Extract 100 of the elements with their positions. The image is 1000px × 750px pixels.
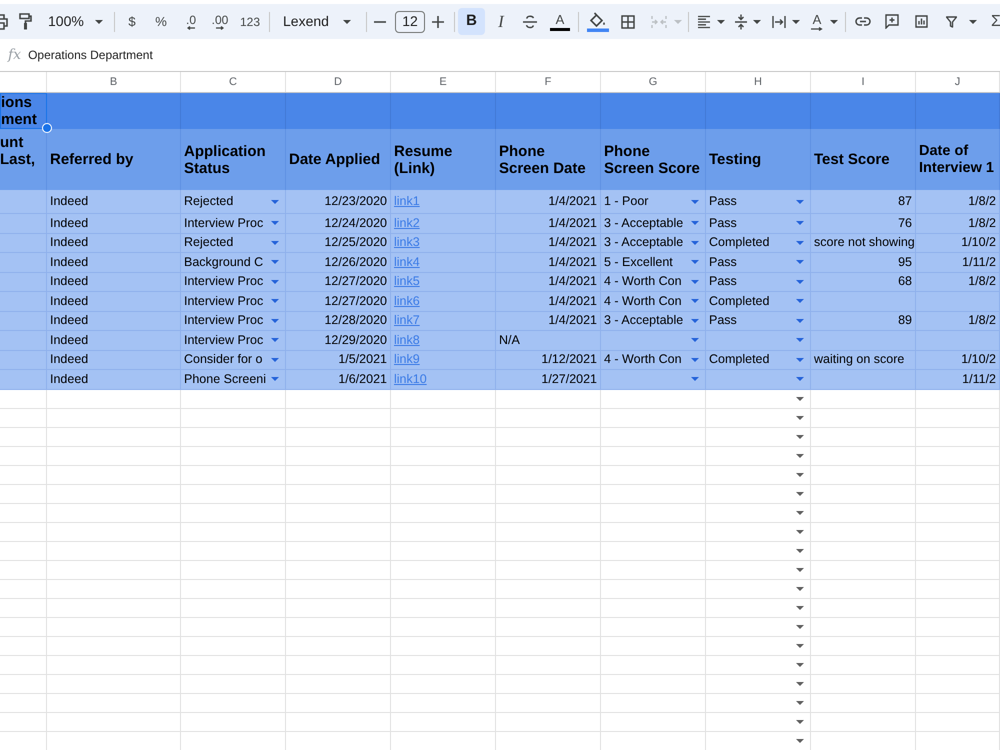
- phone-screen-date: N/A: [499, 332, 520, 348]
- align-left-icon[interactable]: [697, 14, 711, 28]
- caret-icon[interactable]: [796, 568, 804, 572]
- caret-icon[interactable]: [796, 586, 804, 590]
- caret-icon[interactable]: [796, 510, 804, 514]
- testing-result: Pass: [709, 254, 737, 270]
- filter-icon[interactable]: [946, 16, 957, 28]
- column-header: Date of Interview 1: [919, 142, 995, 176]
- bar-chart-icon[interactable]: [915, 15, 928, 28]
- left-arrow-icon: [187, 26, 195, 30]
- text-color-button[interactable]: A: [549, 8, 571, 34]
- zoom-select[interactable]: 100%: [44, 8, 106, 34]
- caret-icon[interactable]: [969, 20, 977, 24]
- selected-cell-outline[interactable]: ions ment: [0, 93, 47, 129]
- caret-icon[interactable]: [796, 396, 804, 400]
- decrease-decimals-button[interactable]: .0: [180, 8, 202, 34]
- caret-icon[interactable]: [796, 720, 804, 724]
- caret-icon[interactable]: [796, 434, 804, 438]
- caret-icon[interactable]: [796, 472, 804, 476]
- currency-format-button[interactable]: $: [122, 8, 142, 34]
- caret-icon[interactable]: [796, 644, 804, 648]
- caret-icon[interactable]: [343, 20, 351, 24]
- caret-icon[interactable]: [796, 492, 804, 496]
- test-score: 68: [898, 274, 912, 290]
- font-size-field[interactable]: 12: [395, 10, 425, 32]
- date-applied: 12/23/2020: [324, 194, 387, 209]
- column-letter[interactable]: E: [439, 74, 447, 90]
- column-letter[interactable]: F: [544, 74, 552, 90]
- caret-icon[interactable]: [753, 20, 761, 24]
- text-rotation-button[interactable]: A: [810, 8, 824, 34]
- referral-source: Indeed: [50, 294, 88, 309]
- functions-button[interactable]: Σ: [988, 8, 1000, 34]
- caret-icon[interactable]: [830, 20, 838, 24]
- column-letter[interactable]: B: [110, 74, 118, 90]
- testing-result: Pass: [709, 216, 737, 231]
- referral-source: Indeed: [50, 313, 88, 328]
- date-applied: 1/6/2021: [338, 372, 387, 387]
- number-format-button[interactable]: 123: [238, 8, 262, 34]
- phone-screen-date: 1/12/2021: [541, 352, 597, 368]
- date-applied: 12/27/2020: [324, 274, 387, 290]
- caret-icon[interactable]: [717, 20, 725, 24]
- fill-handle[interactable]: [42, 123, 52, 133]
- column-header: Resume (Link): [394, 142, 454, 176]
- plus-icon[interactable]: [432, 16, 444, 28]
- wrap-icon[interactable]: [772, 16, 786, 28]
- caret-icon[interactable]: [796, 624, 804, 628]
- interview-date: 1/11/2: [962, 254, 996, 270]
- referral-source: Indeed: [50, 274, 88, 290]
- column-letter[interactable]: G: [648, 74, 658, 90]
- column-letter[interactable]: J: [954, 74, 960, 90]
- column-letter[interactable]: I: [861, 74, 865, 90]
- caret-icon[interactable]: [792, 20, 800, 24]
- phone-screen-date: 1/27/2021: [541, 372, 597, 387]
- caret-icon[interactable]: [796, 416, 804, 420]
- paint-roller-icon[interactable]: [19, 13, 32, 30]
- bold-button[interactable]: B: [458, 8, 485, 35]
- column-letter[interactable]: D: [334, 74, 342, 90]
- interview-date: 1/10/2: [961, 352, 996, 368]
- caret-icon[interactable]: [796, 530, 804, 534]
- arrow-icon: [811, 26, 823, 30]
- comment-plus-icon[interactable]: [885, 14, 899, 29]
- minus-icon[interactable]: [374, 20, 386, 22]
- application-status: Interview Proc: [184, 274, 264, 290]
- column-letter[interactable]: H: [754, 74, 762, 90]
- font-select[interactable]: Lexend: [277, 8, 357, 34]
- printer-icon[interactable]: [0, 14, 9, 30]
- column-header: Date Applied: [289, 151, 380, 168]
- percent-format-button[interactable]: %: [151, 8, 171, 34]
- test-score: waiting on score: [814, 352, 904, 368]
- testing-result: Pass: [709, 274, 737, 290]
- vertical-align-icon[interactable]: [735, 14, 747, 30]
- increase-decimals-button[interactable]: .00: [209, 8, 231, 34]
- date-applied: 12/26/2020: [324, 254, 387, 270]
- caret-icon[interactable]: [796, 454, 804, 458]
- paint-bucket-icon[interactable]: [587, 12, 609, 32]
- strikethrough-icon[interactable]: [522, 14, 538, 28]
- caret-icon[interactable]: [796, 662, 804, 666]
- referral-source: Indeed: [50, 372, 88, 387]
- caret-icon[interactable]: [796, 700, 804, 704]
- test-score: 76: [898, 216, 912, 231]
- grid-icon[interactable]: [621, 14, 635, 28]
- caret-icon[interactable]: [94, 20, 103, 24]
- column-letter[interactable]: C: [229, 74, 237, 90]
- phone-screen-date: 1/4/2021: [548, 254, 597, 270]
- link-icon[interactable]: [855, 17, 871, 26]
- phone-screen-score: 5 - Excellent: [604, 254, 673, 270]
- caret-icon[interactable]: [796, 682, 804, 686]
- testing-result: Pass: [709, 194, 737, 209]
- caret-icon[interactable]: [796, 548, 804, 552]
- phone-screen-date: 1/4/2021: [548, 294, 597, 309]
- interview-date: 1/10/2: [961, 235, 996, 250]
- date-applied: 12/27/2020: [324, 294, 387, 309]
- right-arrow-icon: [216, 26, 224, 30]
- caret-icon[interactable]: [796, 606, 804, 610]
- italic-button[interactable]: I: [491, 8, 511, 35]
- swatch-icon: [550, 28, 570, 30]
- caret-icon[interactable]: [796, 738, 804, 742]
- column-header: Test Score: [814, 151, 890, 168]
- formula-field[interactable]: Operations Department: [28, 46, 153, 64]
- phone-screen-date: 1/4/2021: [548, 235, 597, 250]
